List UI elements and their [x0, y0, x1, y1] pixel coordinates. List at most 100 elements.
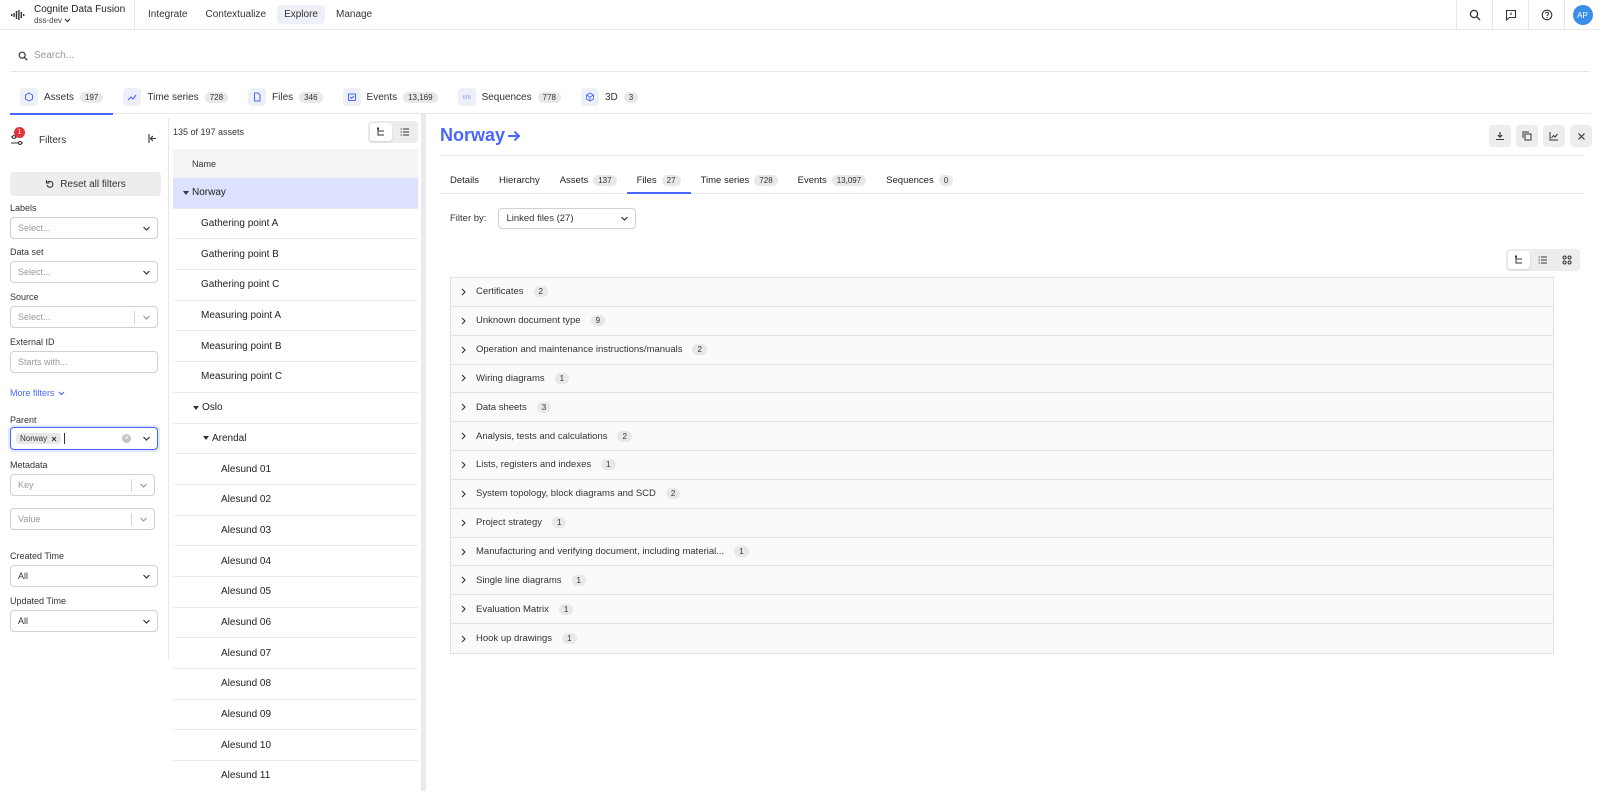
file-category-row[interactable]: Hook up drawings 1 [451, 624, 1553, 653]
nav-manage[interactable]: Manage [329, 5, 379, 24]
chevron-right-icon[interactable] [460, 288, 470, 296]
chevron-right-icon[interactable] [460, 461, 470, 469]
list-view-button[interactable] [1532, 251, 1554, 269]
file-category-row[interactable]: Evaluation Matrix 1 [451, 595, 1553, 625]
chevron-right-icon[interactable] [460, 432, 470, 440]
file-category-row[interactable]: Certificates 2 [451, 278, 1553, 307]
detail-tab-files[interactable]: Files 27 [626, 167, 691, 194]
more-filters-button[interactable]: More filters [10, 388, 65, 398]
asset-row[interactable]: Alesund 03 [173, 516, 418, 547]
tree-view-button[interactable] [370, 123, 392, 141]
chevron-right-icon[interactable] [460, 403, 470, 411]
asset-row[interactable]: Measuring point B [173, 331, 418, 363]
copy-button[interactable] [1516, 125, 1538, 147]
clear-icon[interactable]: × [122, 434, 131, 443]
detail-tab-sequences[interactable]: Sequences 0 [876, 167, 963, 193]
asset-title[interactable]: Norway [440, 125, 521, 146]
labels-select[interactable]: Select... [10, 217, 158, 239]
help-button[interactable] [1528, 0, 1564, 30]
asset-row[interactable]: Alesund 02 [173, 485, 418, 516]
file-category-row[interactable]: Manufacturing and verifying document, in… [451, 537, 1553, 567]
expand-caret-icon[interactable] [203, 436, 209, 441]
reset-all-filters-button[interactable]: Reset all filters [10, 172, 161, 196]
file-category-row[interactable]: Analysis, tests and calculations 2 [451, 422, 1553, 452]
asset-row[interactable]: Alesund 06 [173, 608, 418, 639]
detail-tab-hierarchy[interactable]: Hierarchy [489, 167, 550, 193]
tab-events[interactable]: Events 13,169 [333, 80, 448, 114]
expand-caret-icon[interactable] [193, 405, 199, 410]
search-bar[interactable]: Search... [10, 40, 1590, 72]
file-category-row[interactable]: Data sheets 3 [451, 393, 1553, 423]
collapse-panel-icon[interactable] [147, 133, 158, 144]
external-id-input[interactable]: Starts with... [10, 351, 158, 373]
asset-row[interactable]: Alesund 04 [173, 546, 418, 577]
filter-toggle[interactable]: 1 [10, 127, 25, 147]
close-button[interactable] [1570, 125, 1592, 147]
cognite-logo-icon[interactable] [8, 0, 28, 30]
tab-sequences[interactable]: Sequences 778 [448, 80, 571, 114]
chevron-right-icon[interactable] [460, 317, 470, 325]
asset-row[interactable]: Gathering point A [173, 209, 418, 240]
tree-view-button[interactable] [1508, 251, 1530, 269]
feedback-button[interactable] [1492, 0, 1528, 30]
nav-explore[interactable]: Explore [277, 5, 325, 24]
download-button[interactable] [1489, 125, 1511, 147]
file-category-row[interactable]: Wiring diagrams 1 [451, 364, 1553, 394]
detail-tab-events[interactable]: Events 13,097 [788, 167, 877, 193]
asset-row[interactable]: Alesund 10 [173, 730, 418, 762]
close-icon[interactable] [51, 436, 57, 442]
asset-row[interactable]: Alesund 07 [173, 638, 418, 669]
asset-row[interactable]: Oslo [173, 393, 418, 424]
brand-block[interactable]: Cognite Data Fusion dss-dev [34, 4, 134, 26]
linked-files-select[interactable]: Linked files (27) [498, 208, 637, 229]
expand-caret-icon[interactable] [183, 190, 189, 195]
metadata-key-select[interactable]: Key [10, 474, 155, 496]
tab-assets[interactable]: Assets 197 [10, 80, 114, 115]
file-category-row[interactable]: Operation and maintenance instructions/m… [451, 335, 1553, 365]
search-input[interactable]: Search... [34, 50, 74, 61]
detail-tab-assets[interactable]: Assets 137 [550, 167, 627, 193]
chevron-right-icon[interactable] [460, 519, 470, 527]
nav-integrate[interactable]: Integrate [141, 5, 194, 24]
file-category-row[interactable]: System topology, block diagrams and SCD 2 [451, 479, 1553, 509]
source-select[interactable]: Select... [10, 306, 158, 328]
tab-files[interactable]: Files 346 [238, 80, 332, 114]
created-time-select[interactable]: All [10, 565, 158, 587]
asset-row[interactable]: Measuring point A [173, 301, 418, 332]
file-category-row[interactable]: Project strategy 1 [451, 508, 1553, 538]
chevron-right-icon[interactable] [460, 490, 470, 498]
asset-row[interactable]: Alesund 05 [173, 577, 418, 608]
detail-tab-time-series[interactable]: Time series 728 [691, 167, 788, 193]
asset-row[interactable]: Alesund 11 [173, 761, 418, 791]
asset-row[interactable]: Alesund 01 [173, 454, 418, 485]
chevron-right-icon[interactable] [460, 635, 470, 643]
chevron-right-icon[interactable] [460, 548, 470, 556]
tab-3d[interactable]: 3D 3 [571, 80, 648, 114]
tab-time-series[interactable]: Time series 728 [113, 80, 238, 114]
asset-row[interactable]: Gathering point B [173, 239, 418, 271]
list-view-button[interactable] [394, 123, 416, 141]
asset-row[interactable]: Alesund 08 [173, 669, 418, 700]
global-search-button[interactable] [1456, 0, 1492, 30]
dataset-select[interactable]: Select... [10, 261, 158, 283]
asset-row[interactable]: Alesund 09 [173, 700, 418, 731]
metadata-value-select[interactable]: Value [10, 508, 155, 530]
user-menu-button[interactable]: AP [1564, 0, 1600, 30]
detail-tab-details[interactable]: Details [440, 167, 489, 193]
asset-row[interactable]: Arendal [173, 424, 418, 455]
asset-row[interactable]: Measuring point C [173, 362, 418, 393]
updated-time-select[interactable]: All [10, 610, 158, 632]
chevron-right-icon[interactable] [460, 576, 470, 584]
chevron-right-icon[interactable] [460, 374, 470, 382]
file-category-row[interactable]: Single line diagrams 1 [451, 566, 1553, 596]
file-category-row[interactable]: Lists, registers and indexes 1 [451, 451, 1553, 480]
nav-contextualize[interactable]: Contextualize [198, 5, 273, 24]
parent-select[interactable]: Norway × [10, 427, 158, 450]
project-selector[interactable]: dss-dev [34, 15, 134, 26]
grid-view-button[interactable] [1556, 251, 1578, 269]
chevron-right-icon[interactable] [460, 346, 470, 354]
file-category-row[interactable]: Unknown document type 9 [451, 306, 1553, 336]
asset-row[interactable]: Gathering point C [173, 270, 418, 301]
column-header-name[interactable]: Name [173, 149, 418, 178]
asset-row[interactable]: Norway [173, 178, 418, 209]
